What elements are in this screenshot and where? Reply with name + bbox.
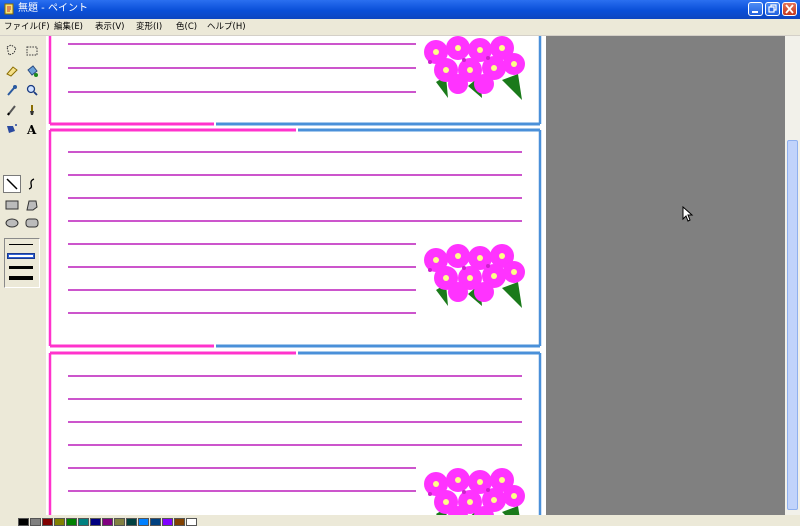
menu-edit[interactable]: 編集(E): [54, 21, 83, 33]
airbrush-icon[interactable]: [5, 122, 19, 136]
palette-swatch[interactable]: [78, 518, 89, 526]
title-bar: 無題 - ペイント: [0, 0, 800, 19]
toolbox: A: [0, 36, 45, 516]
line-icon[interactable]: [5, 177, 19, 191]
menu-image[interactable]: 変形(I): [136, 21, 162, 33]
palette-swatch[interactable]: [18, 518, 29, 526]
line-width-4[interactable]: [9, 266, 33, 269]
drawing-canvas[interactable]: [46, 36, 546, 515]
window-title: 無題 - ペイント: [18, 3, 88, 14]
palette-swatch[interactable]: [66, 518, 77, 526]
palette-swatch[interactable]: [102, 518, 113, 526]
restore-button[interactable]: [765, 2, 780, 16]
letter-paper-drawing[interactable]: [46, 36, 546, 515]
canvas-area[interactable]: [46, 36, 785, 515]
text-icon[interactable]: A: [25, 122, 39, 136]
palette-swatch[interactable]: [90, 518, 101, 526]
palette-swatch[interactable]: [30, 518, 41, 526]
line-width-1[interactable]: [9, 244, 33, 245]
palette-swatch[interactable]: [186, 518, 197, 526]
pencil-icon[interactable]: [5, 103, 19, 117]
color-picker-icon[interactable]: [5, 83, 19, 97]
menu-view[interactable]: 表示(V): [95, 21, 124, 33]
letter-card-1: [48, 36, 542, 126]
palette-swatch[interactable]: [126, 518, 137, 526]
free-select-icon[interactable]: [5, 44, 19, 58]
ellipse-icon[interactable]: [5, 216, 19, 230]
magnifier-icon[interactable]: [25, 83, 39, 97]
minimize-icon: [752, 11, 758, 13]
minimize-button[interactable]: [748, 2, 763, 16]
line-width-5[interactable]: [9, 276, 33, 280]
letter-card-3: [48, 351, 542, 515]
palette-swatch[interactable]: [150, 518, 161, 526]
palette-swatch[interactable]: [42, 518, 53, 526]
rect-select-icon[interactable]: [25, 44, 39, 58]
paint-app-icon: [4, 3, 14, 15]
letter-card-2: [48, 128, 542, 348]
close-button[interactable]: [782, 2, 797, 16]
fill-bucket-icon[interactable]: [25, 64, 39, 78]
palette-swatch[interactable]: [162, 518, 173, 526]
line-width-3[interactable]: [9, 255, 33, 257]
eraser-icon[interactable]: [5, 64, 19, 78]
close-icon: [785, 4, 794, 14]
palette-swatch[interactable]: [54, 518, 65, 526]
rounded-rectangle-icon[interactable]: [25, 216, 39, 230]
svg-text:A: A: [26, 123, 37, 136]
polygon-icon[interactable]: [25, 198, 39, 212]
mouse-cursor-icon: [682, 206, 694, 222]
line-width-options: [4, 238, 40, 288]
menu-colors[interactable]: 色(C): [176, 21, 197, 33]
menu-help[interactable]: ヘルプ(H): [207, 21, 246, 33]
menu-bar: ファイル(F) 編集(E) 表示(V) 変形(I) 色(C) ヘルプ(H): [0, 19, 800, 36]
palette-swatch[interactable]: [138, 518, 149, 526]
brush-icon[interactable]: [25, 103, 39, 117]
palette-swatch[interactable]: [174, 518, 185, 526]
curve-icon[interactable]: [25, 177, 39, 191]
menu-file[interactable]: ファイル(F): [4, 21, 50, 33]
palette-swatch[interactable]: [114, 518, 125, 526]
scrollbar-thumb[interactable]: [787, 140, 798, 510]
restore-icon: [768, 4, 777, 13]
rectangle-icon[interactable]: [5, 198, 19, 212]
